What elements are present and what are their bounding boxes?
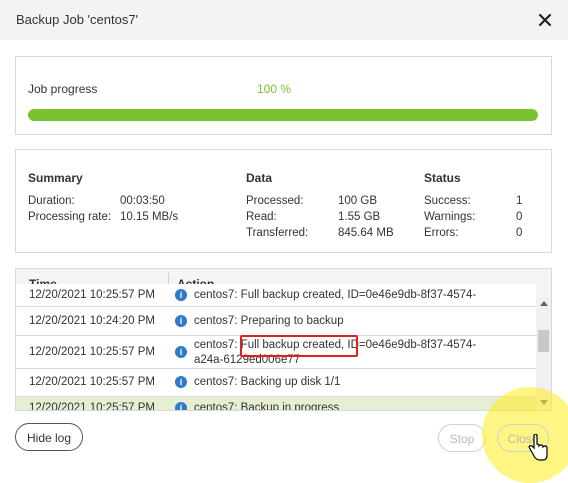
warnings-label: Warnings:	[424, 211, 476, 223]
status-heading: Status	[424, 171, 461, 185]
processing-rate-label: Processing rate:	[28, 211, 112, 223]
log-row-action: centos7: Full backup created, ID=0e46e9d…	[194, 289, 477, 301]
log-row-action: centos7: Backing up disk 1/1	[194, 376, 341, 388]
info-icon: i	[175, 402, 187, 410]
read-label: Read:	[246, 211, 277, 223]
info-icon: i	[175, 376, 187, 388]
log-row[interactable]: 12/20/2021 10:24:20 PM i centos7: Prepar…	[16, 307, 536, 336]
job-progress-bar	[28, 109, 538, 121]
log-row-time: 12/20/2021 10:25:57 PM	[29, 289, 155, 301]
duration-label: Duration:	[28, 195, 75, 207]
processed-label: Processed:	[246, 195, 304, 207]
log-row-time: 12/20/2021 10:25:57 PM	[29, 346, 155, 358]
summary-panel: Summary Duration: 00:03:50 Processing ra…	[15, 149, 552, 253]
log-row-time: 12/20/2021 10:24:20 PM	[29, 315, 155, 327]
hide-log-button[interactable]: Hide log	[15, 423, 83, 451]
job-progress-label: Job progress	[28, 82, 98, 96]
log-panel[interactable]: Time Action 12/20/2021 10:25:57 PM i cen…	[15, 268, 552, 411]
log-row-action: centos7: Preparing to backup	[194, 315, 344, 327]
info-icon: i	[175, 346, 187, 358]
info-icon: i	[175, 315, 187, 327]
job-progress-panel: Job progress 100 %	[15, 56, 552, 135]
log-row-time: 12/20/2021 10:25:57 PM	[29, 376, 155, 388]
summary-heading: Summary	[28, 171, 83, 185]
dialog-titlebar: Backup Job 'centos7'	[0, 0, 568, 40]
scroll-up-icon[interactable]	[540, 301, 548, 306]
processing-rate-value: 10.15 MB/s	[120, 211, 179, 223]
success-value: 1	[516, 195, 523, 207]
log-row[interactable]: 12/20/2021 10:25:57 PM i centos7: Full b…	[16, 284, 536, 307]
read-value: 1.55 GB	[338, 211, 381, 223]
dialog-title: Backup Job 'centos7'	[16, 12, 139, 27]
errors-value: 0	[516, 227, 523, 239]
job-progress-fill	[28, 109, 538, 121]
stop-button[interactable]: Stop	[438, 424, 486, 452]
transferred-value: 845.64 MB	[338, 227, 394, 239]
highlight-annotation	[240, 335, 358, 357]
errors-label: Errors:	[424, 227, 459, 239]
duration-value: 00:03:50	[120, 195, 165, 207]
log-row[interactable]: 12/20/2021 10:25:57 PM i centos7: Backin…	[16, 369, 536, 397]
job-progress-percent: 100 %	[257, 82, 292, 96]
hand-cursor-icon	[528, 434, 548, 461]
close-icon[interactable]	[536, 11, 554, 29]
scrollbar-thumb[interactable]	[538, 330, 549, 352]
processed-value: 100 GB	[338, 195, 377, 207]
log-row-selected[interactable]: 12/20/2021 10:25:57 PM i centos7: Backup…	[16, 397, 536, 411]
data-heading: Data	[246, 171, 273, 185]
info-icon: i	[175, 289, 187, 301]
log-row-time: 12/20/2021 10:25:57 PM	[29, 402, 155, 411]
warnings-value: 0	[516, 211, 523, 223]
success-label: Success:	[424, 195, 471, 207]
transferred-label: Transferred:	[246, 227, 309, 239]
log-row-action: centos7: Backup in progress	[194, 402, 340, 411]
